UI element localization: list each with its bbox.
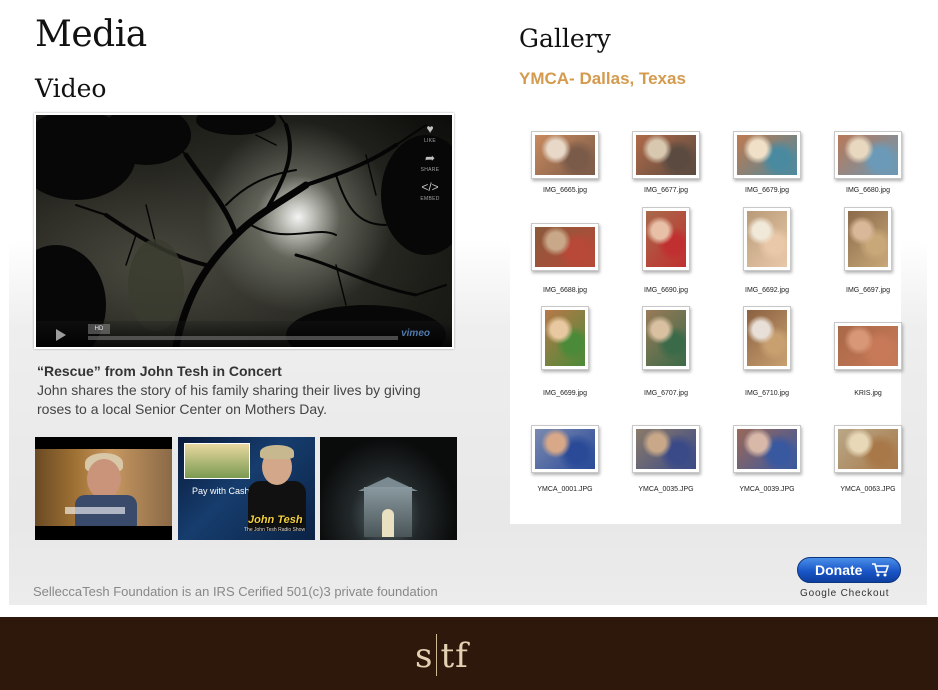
- thumbnail-inset-text: Pay with Cash: [192, 486, 250, 496]
- gallery-photo-frame[interactable]: [733, 425, 801, 473]
- gallery-photo: [545, 310, 585, 366]
- stf-logo[interactable]: s tf: [415, 634, 469, 676]
- video-screen[interactable]: ♥ LIKE ➦ SHARE </> EMBED HD vimeo: [36, 115, 452, 347]
- gallery-item[interactable]: YMCA_0039.JPG: [717, 109, 817, 493]
- gallery-section-title: Gallery: [519, 24, 611, 53]
- gallery-photo: [535, 227, 595, 267]
- thumbnail-radio-show[interactable]: Pay with Cash John Tesh The John Tesh Ra…: [178, 437, 315, 540]
- gallery-photo: [838, 326, 898, 366]
- gallery-filename[interactable]: YMCA_0039.JPG: [717, 486, 817, 493]
- thumbnail-head: [87, 459, 121, 499]
- gallery-subtitle: YMCA- Dallas, Texas: [519, 69, 686, 88]
- gallery-photo: [636, 429, 696, 469]
- google-checkout-label: Google Checkout: [800, 588, 890, 599]
- gallery-item[interactable]: YMCA_0001.JPG: [515, 109, 615, 493]
- gallery-photo-frame[interactable]: [844, 207, 892, 271]
- gallery-item[interactable]: YMCA_0035.JPG: [616, 109, 716, 493]
- thumbnail-door: [382, 509, 394, 537]
- vimeo-logo[interactable]: vimeo: [401, 328, 430, 339]
- gallery-photo-frame[interactable]: [743, 207, 791, 271]
- gallery-photo: [848, 211, 888, 267]
- logo-separator: [436, 634, 438, 676]
- like-label: LIKE: [423, 138, 437, 144]
- gallery-filename[interactable]: IMG_6688.jpg: [515, 287, 615, 294]
- gallery-photo-frame[interactable]: [632, 425, 700, 473]
- gallery-photo-frame[interactable]: [642, 306, 690, 370]
- share-icon[interactable]: ➦: [416, 152, 444, 164]
- footer: s tf: [0, 617, 938, 690]
- tree-silhouette: [36, 115, 452, 347]
- hd-toggle[interactable]: HD: [88, 324, 110, 334]
- gallery-item[interactable]: YMCA_0063.JPG: [818, 109, 918, 493]
- gallery-filename[interactable]: IMG_6690.jpg: [616, 287, 716, 294]
- gallery-filename[interactable]: IMG_6699.jpg: [515, 390, 615, 397]
- share-label: SHARE: [420, 167, 440, 173]
- thumbnail-lower-third: [65, 507, 125, 514]
- gallery-filename[interactable]: YMCA_0063.JPG: [818, 486, 918, 493]
- thumbnail-tag: John Tesh: [248, 514, 303, 526]
- video-section-title: Video: [35, 74, 107, 103]
- foundation-statement: SelleccaTesh Foundation is an IRS Cerifi…: [33, 584, 438, 599]
- gallery-panel: IMG_6665.jpg IMG_6677.jpg IMG_6679.jpg IMG_…: [510, 109, 902, 524]
- gallery-photo: [747, 310, 787, 366]
- play-icon[interactable]: [56, 329, 66, 341]
- video-progress-bar[interactable]: [88, 336, 398, 340]
- cart-icon: [872, 563, 889, 577]
- thumbnail-interview[interactable]: [35, 437, 172, 540]
- video-control-bar: HD vimeo: [36, 321, 452, 347]
- donate-label: Donate: [815, 562, 863, 578]
- embed-icon[interactable]: </>: [416, 181, 444, 193]
- gallery-filename[interactable]: IMG_6707.jpg: [616, 390, 716, 397]
- gallery-photo-frame[interactable]: [834, 322, 902, 370]
- gallery-photo: [838, 429, 898, 469]
- gallery-photo-frame[interactable]: [642, 207, 690, 271]
- gallery-filename[interactable]: IMG_6710.jpg: [717, 390, 817, 397]
- gallery-photo-frame[interactable]: [531, 425, 599, 473]
- gallery-photo-frame[interactable]: [531, 223, 599, 271]
- thumbnail-inset: [184, 443, 250, 479]
- thumbnail-concert[interactable]: [320, 437, 457, 540]
- embed-label: EMBED: [420, 196, 440, 202]
- donate-button[interactable]: Donate: [797, 557, 901, 583]
- thumbnail-tag-sub: The John Tesh Radio Show: [244, 527, 306, 533]
- video-side-controls: ♥ LIKE ➦ SHARE </> EMBED: [416, 123, 444, 207]
- gallery-filename[interactable]: YMCA_0035.JPG: [616, 486, 716, 493]
- gallery-filename[interactable]: KRIS.jpg: [818, 390, 918, 397]
- gallery-photo: [646, 211, 686, 267]
- heart-icon[interactable]: ♥: [416, 123, 444, 135]
- video-player[interactable]: ♥ LIKE ➦ SHARE </> EMBED HD vimeo: [34, 113, 454, 349]
- gallery-photo: [737, 429, 797, 469]
- gallery-filename[interactable]: IMG_6692.jpg: [717, 287, 817, 294]
- thumbnail-hair: [260, 445, 294, 459]
- logo-right-letters: tf: [440, 636, 469, 676]
- gallery-photo-frame[interactable]: [834, 425, 902, 473]
- gallery-photo: [747, 211, 787, 267]
- gallery-photo: [535, 429, 595, 469]
- page-title: Media: [35, 14, 147, 55]
- gallery-photo-frame[interactable]: [541, 306, 589, 370]
- video-caption-title: “Rescue” from John Tesh in Concert: [37, 363, 282, 379]
- gallery-photo-frame[interactable]: [743, 306, 791, 370]
- gallery-filename[interactable]: YMCA_0001.JPG: [515, 486, 615, 493]
- gallery-photo: [646, 310, 686, 366]
- gallery-filename[interactable]: IMG_6697.jpg: [818, 287, 918, 294]
- video-caption-description: John shares the story of his family shar…: [37, 382, 421, 417]
- logo-left-letters: s: [415, 636, 434, 676]
